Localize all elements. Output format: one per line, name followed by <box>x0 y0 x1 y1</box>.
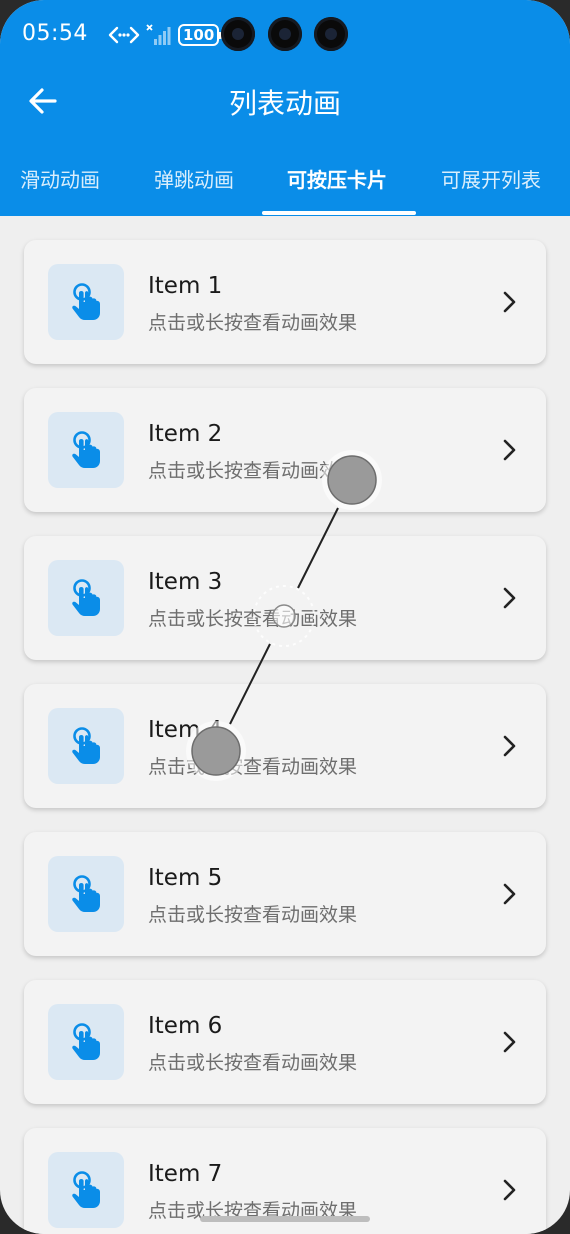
battery-icon: 100 <box>178 24 223 46</box>
touch-icon <box>72 283 100 320</box>
chevron-right-icon <box>503 735 516 757</box>
camera-lens-1 <box>221 17 255 51</box>
list-item[interactable]: Item 2 点击或长按查看动画效果 <box>24 388 546 512</box>
card-icon-box <box>48 708 124 784</box>
card-icon-box <box>48 856 124 932</box>
status-icons: 100 <box>108 22 223 48</box>
card-title: Item 2 <box>148 421 223 447</box>
camera-lens-2 <box>268 17 302 51</box>
touch-icon <box>72 431 100 468</box>
tab-slide-animation[interactable]: 滑动动画 <box>20 164 100 193</box>
chevron-right-icon <box>503 1179 516 1201</box>
card-icon-box <box>48 1152 124 1228</box>
card-title: Item 5 <box>148 865 223 891</box>
card-icon-box <box>48 560 124 636</box>
list-item[interactable]: Item 6 点击或长按查看动画效果 <box>24 980 546 1104</box>
card-title: Item 7 <box>148 1161 223 1187</box>
touch-icon <box>72 727 100 764</box>
card-icon-box <box>48 412 124 488</box>
page-title: 列表动画 <box>228 87 341 120</box>
card-subtitle: 点击或长按查看动画效果 <box>148 312 358 334</box>
list-item[interactable]: Item 3 点击或长按查看动画效果 <box>24 536 546 660</box>
card-icon-box <box>48 264 124 340</box>
tab-bounce-animation[interactable]: 弹跳动画 <box>154 164 234 193</box>
status-time: 05:54 <box>22 21 88 46</box>
card-icon-box <box>48 1004 124 1080</box>
card-title: Item 4 <box>148 717 223 743</box>
card-title: Item 6 <box>148 1013 223 1039</box>
tab-bar: 滑动动画 弹跳动画 可按压卡片 可展开列表 <box>0 150 570 216</box>
card-subtitle: 点击或长按查看动画效果 <box>148 608 358 630</box>
tab-expandable-list[interactable]: 可展开列表 <box>441 164 541 193</box>
card-subtitle: 点击或长按查看动画效果 <box>148 904 358 926</box>
list-item[interactable]: Item 4 点击或长按查看动画效果 <box>24 684 546 808</box>
chevron-right-icon <box>503 883 516 905</box>
tab-pressable-card[interactable]: 可按压卡片 <box>287 164 387 193</box>
touch-icon <box>72 579 100 616</box>
chevron-right-icon <box>503 1031 516 1053</box>
card-subtitle: 点击或长按查看动画效果 <box>148 460 358 482</box>
chevron-right-icon <box>503 439 516 461</box>
app-bar: 05:54 100 列表动画 滑动动画 弹跳动画 可按压卡片 可展开列表 <box>0 0 570 216</box>
card-subtitle: 点击或长按查看动画效果 <box>148 1052 358 1074</box>
card-title: Item 1 <box>148 273 223 299</box>
touch-icon <box>72 1171 100 1208</box>
code-arrows-icon <box>108 25 140 45</box>
list-item[interactable]: Item 5 点击或长按查看动画效果 <box>24 832 546 956</box>
status-bar: 05:54 100 <box>0 0 570 70</box>
camera-lens-3 <box>314 17 348 51</box>
card-subtitle: 点击或长按查看动画效果 <box>148 756 358 778</box>
list-item[interactable]: Item 1 点击或长按查看动画效果 <box>24 240 546 364</box>
tab-indicator <box>262 211 416 215</box>
touch-icon <box>72 1023 100 1060</box>
chevron-right-icon <box>503 291 516 313</box>
card-title: Item 3 <box>148 569 223 595</box>
touch-icon <box>72 875 100 912</box>
signal-icon <box>146 24 172 46</box>
home-indicator[interactable] <box>200 1216 370 1222</box>
chevron-right-icon <box>503 587 516 609</box>
app-screen: 05:54 100 列表动画 滑动动画 弹跳动画 可按压卡片 可展开列表 Ite… <box>0 0 570 1234</box>
